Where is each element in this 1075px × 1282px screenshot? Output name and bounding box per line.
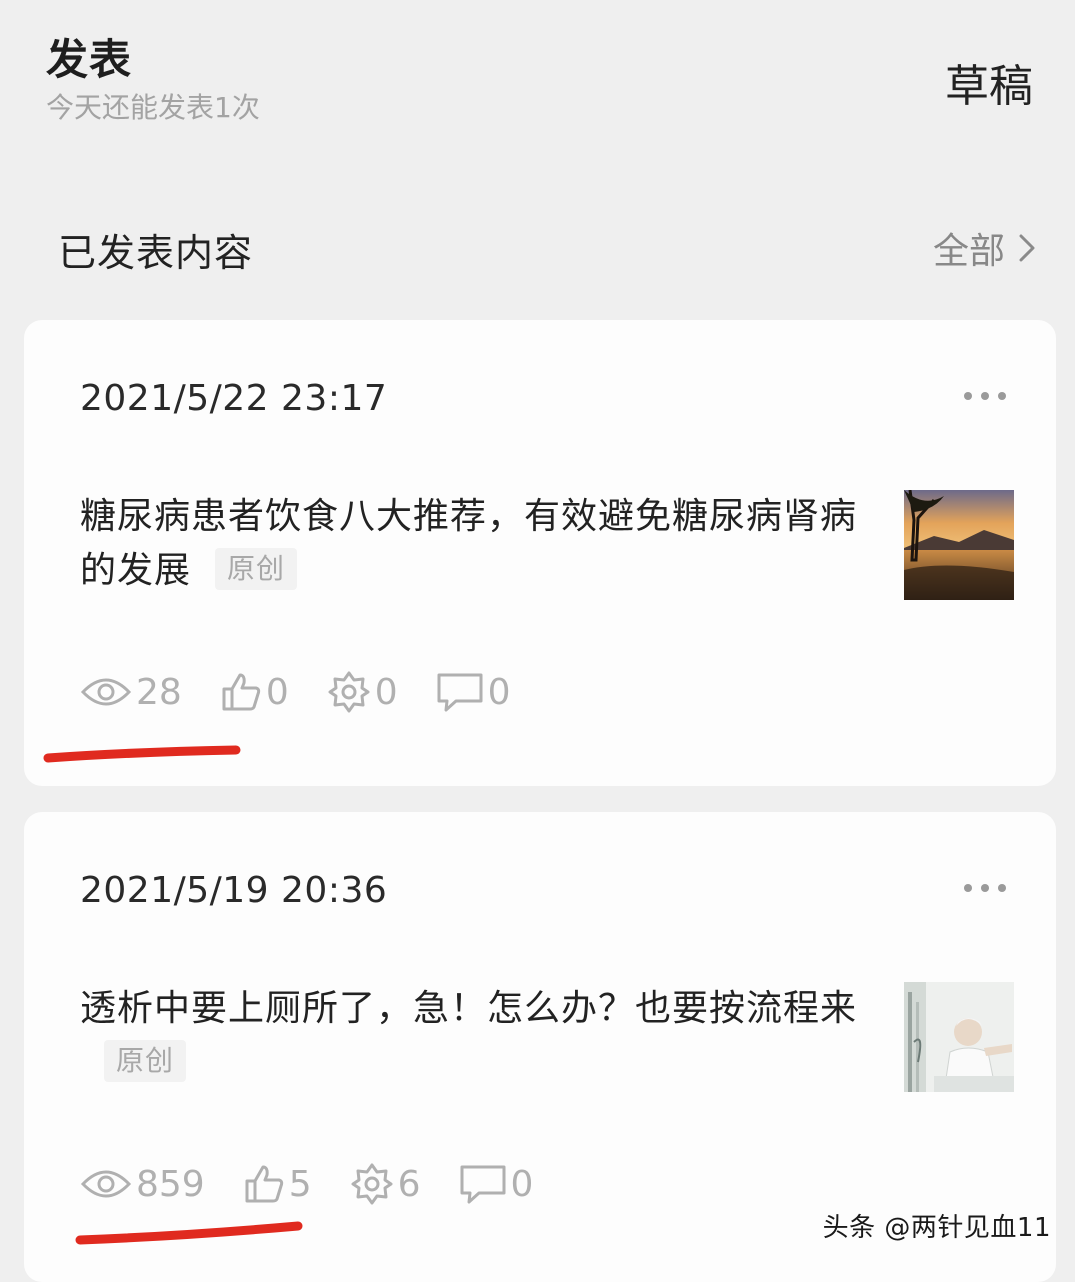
post-title-text[interactable]: 糖尿病患者饮食八大推荐，有效避免糖尿病肾病的发展: [80, 496, 857, 591]
shares-stat[interactable]: 6: [350, 1162, 421, 1206]
likes-stat[interactable]: 5: [243, 1163, 312, 1205]
shares-stat[interactable]: 0: [327, 670, 398, 714]
more-options-button[interactable]: [964, 884, 1006, 892]
eye-icon: [80, 678, 132, 706]
thumbs-up-icon: [245, 1165, 283, 1203]
post-date: 2021/5/22 23:17: [80, 378, 388, 419]
views-stat: 28: [80, 672, 182, 713]
post-title[interactable]: 透析中要上厕所了，急！怎么办？也要按流程来原创: [80, 982, 860, 1090]
comment-icon: [460, 1165, 506, 1204]
comments-count: 0: [510, 1163, 534, 1205]
more-dot-icon: [981, 392, 989, 400]
red-underline-annotation: [43, 745, 241, 763]
original-tag: 原创: [104, 1040, 187, 1082]
post-thumbnail[interactable]: [904, 490, 1014, 600]
eye-icon: [80, 1170, 132, 1198]
shares-count: 6: [397, 1163, 421, 1205]
comment-icon: [437, 673, 483, 712]
chevron-right-icon: [1019, 234, 1035, 262]
views-count: 859: [136, 1163, 205, 1205]
hospital-patient-image-icon: [904, 982, 1014, 1092]
thumbs-up-icon: [222, 673, 260, 711]
post-stats: 28 0 0 0: [80, 670, 549, 714]
source-watermark: 头条 @两针见血11: [822, 1213, 1051, 1243]
more-dot-icon: [998, 884, 1006, 892]
likes-stat[interactable]: 0: [220, 671, 289, 713]
views-stat: 859: [80, 1164, 205, 1205]
share-gear-icon: [351, 1163, 393, 1205]
post-date: 2021/5/19 20:36: [80, 870, 388, 911]
red-underline-annotation: [75, 1221, 303, 1245]
more-dot-icon: [998, 392, 1006, 400]
comments-count: 0: [487, 671, 511, 713]
comments-stat[interactable]: 0: [436, 671, 511, 713]
post-stats: 859 5 6 0: [80, 1162, 571, 1206]
view-all-label: 全部: [932, 231, 1005, 272]
post-card[interactable]: 2021/5/22 23:17 糖尿病患者饮食八大推荐，有效避免糖尿病肾病的发展…: [24, 320, 1056, 786]
lake-sunset-image-icon: [904, 490, 1014, 600]
comments-stat[interactable]: 0: [459, 1163, 534, 1205]
drafts-button[interactable]: 草稿: [945, 50, 1033, 114]
post-title[interactable]: 糖尿病患者饮食八大推荐，有效避免糖尿病肾病的发展 原创: [80, 490, 860, 598]
published-section-title: 已发表内容: [58, 231, 254, 275]
likes-count: 0: [265, 671, 289, 713]
share-gear-icon: [328, 671, 370, 713]
shares-count: 0: [374, 671, 398, 713]
more-dot-icon: [964, 884, 972, 892]
more-dot-icon: [981, 884, 989, 892]
views-count: 28: [136, 671, 182, 713]
more-dot-icon: [964, 392, 972, 400]
more-options-button[interactable]: [964, 392, 1006, 400]
likes-count: 5: [288, 1163, 312, 1205]
original-tag: 原创: [215, 548, 298, 590]
post-thumbnail[interactable]: [904, 982, 1014, 1092]
publish-quota-text: 今天还能发表1次: [46, 91, 260, 124]
page-title: 发表: [46, 35, 133, 84]
post-title-text[interactable]: 透析中要上厕所了，急！怎么办？也要按流程来: [80, 988, 857, 1029]
view-all-button[interactable]: 全部: [933, 222, 1035, 274]
